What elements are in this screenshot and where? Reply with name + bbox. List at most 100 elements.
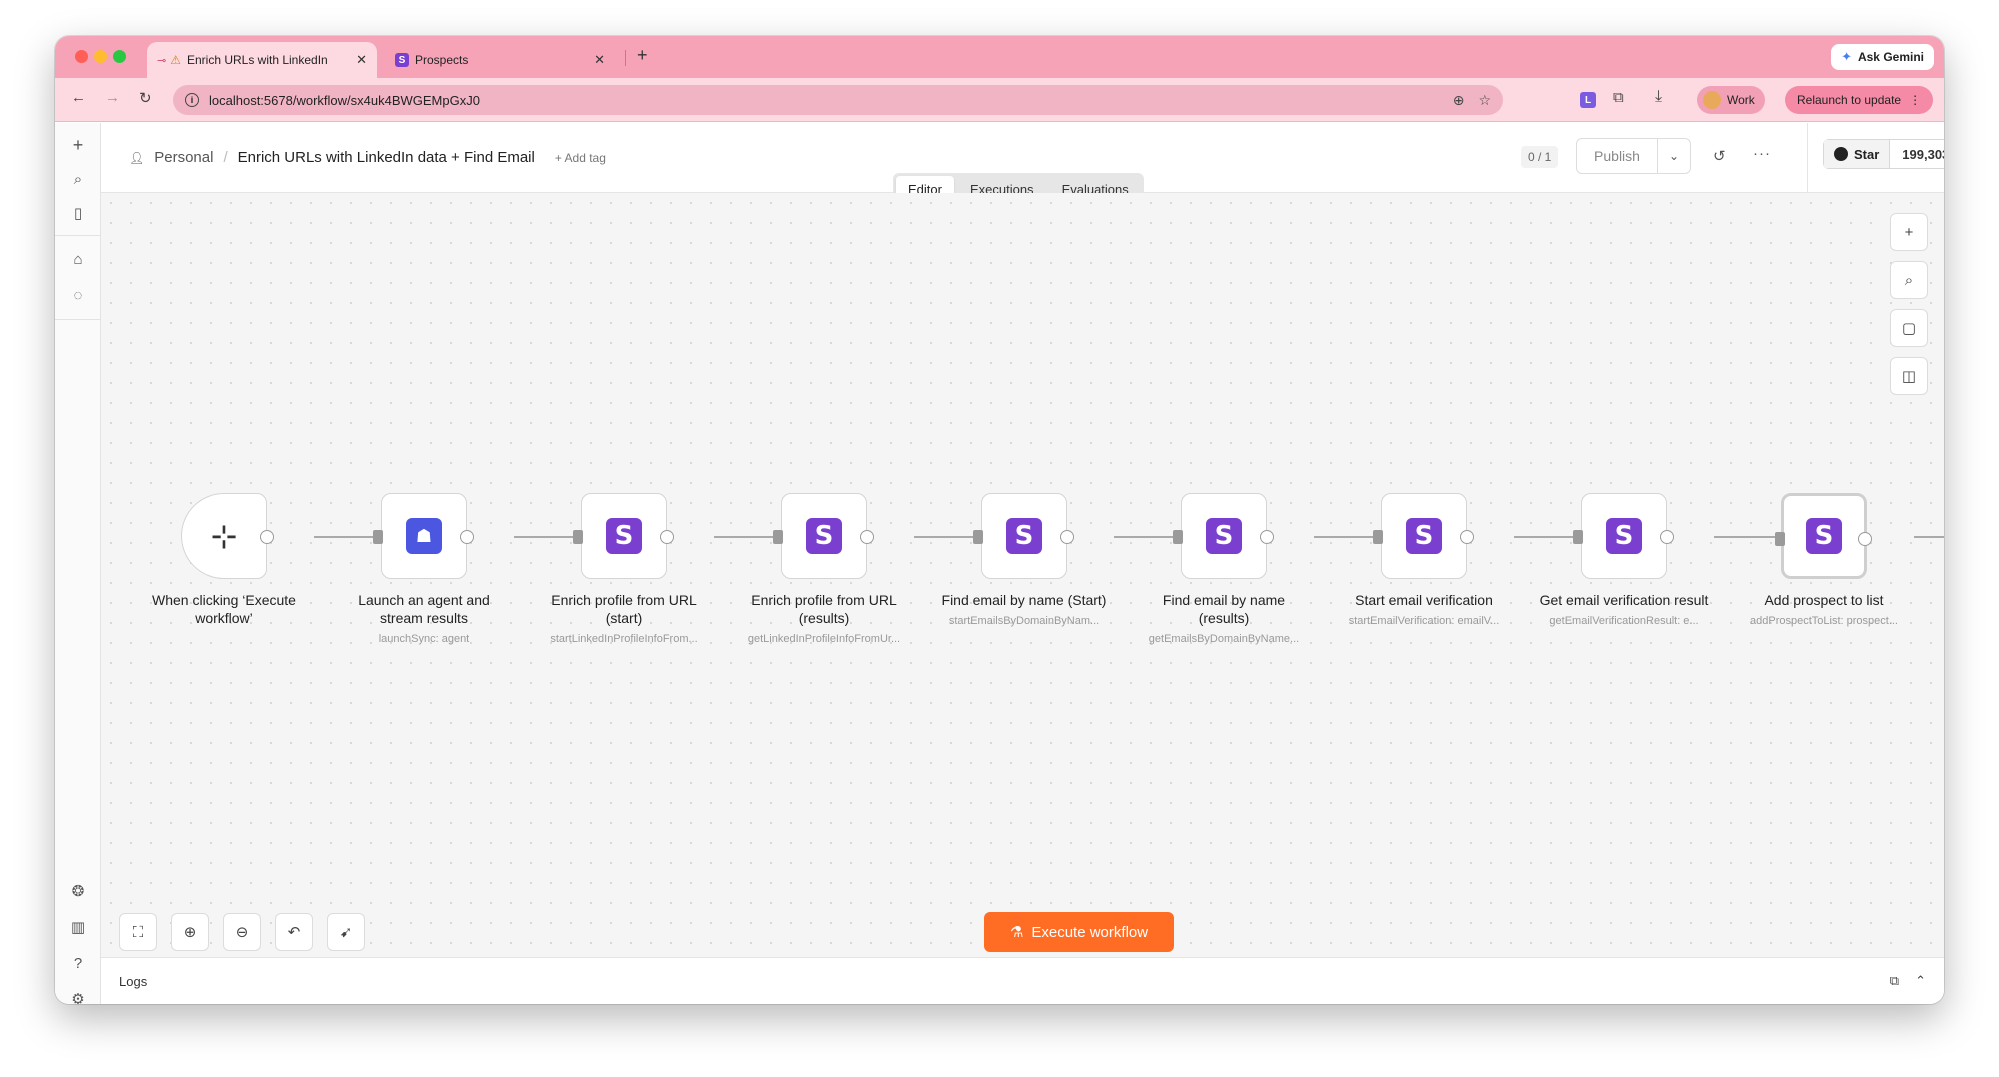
fit-view-icon[interactable]: ⛶ <box>119 913 157 951</box>
panel-toggle-icon[interactable]: ◫ <box>1890 357 1928 395</box>
node-launch-agent[interactable]: ☗ Launch an agent and stream results lau… <box>339 493 509 645</box>
node-box[interactable]: S <box>773 493 874 579</box>
zoom-out-icon[interactable]: ⊖ <box>223 913 261 951</box>
extensions-puzzle-icon[interactable]: ⧉ <box>1613 89 1624 106</box>
s-logo-icon: S <box>395 53 409 67</box>
search-nodes-icon[interactable]: ⌕ <box>1890 261 1928 299</box>
input-handle[interactable] <box>573 530 583 544</box>
profile-button[interactable]: Work <box>1697 86 1765 114</box>
forward-arrow-icon[interactable]: → <box>105 89 120 106</box>
node-box[interactable]: S <box>1373 493 1474 579</box>
gemini-sparkle-icon: ✦ <box>1841 49 1852 64</box>
sidebar-toggle-icon[interactable]: ▯ <box>66 201 90 225</box>
output-handle[interactable] <box>1858 532 1872 546</box>
node-label: Start email verification <box>1355 592 1493 608</box>
bookmark-star-icon[interactable]: ☆ <box>1478 92 1491 109</box>
search-icon[interactable]: ⌕ <box>66 167 90 191</box>
settings-gear-icon[interactable]: ⚙ <box>66 987 90 1004</box>
tab-prospects[interactable]: S Prospects ✕ <box>385 42 615 78</box>
node-subtitle: getLinkedInProfileInfoFromUr... <box>747 633 901 645</box>
more-options-icon[interactable]: ··· <box>1753 145 1771 162</box>
github-star-button[interactable]: Star 199,303 <box>1823 139 1944 169</box>
node-find-email-results[interactable]: S Find email by name (results) getEmails… <box>1139 493 1309 645</box>
publish-button[interactable]: Publish ⌄ <box>1576 138 1691 174</box>
node-label: Launch an agent and stream results <box>358 592 490 626</box>
url-input[interactable]: i localhost:5678/workflow/sx4uk4BWGEMpGx… <box>173 85 1503 115</box>
input-handle[interactable] <box>973 530 983 544</box>
node-box[interactable]: S <box>1573 493 1674 579</box>
workflow-canvas[interactable]: + ⌕ ▢ ◫ ⚡︎ + <box>101 193 1944 957</box>
output-handle[interactable] <box>860 530 874 544</box>
output-handle[interactable] <box>1060 530 1074 544</box>
header-divider <box>1807 123 1808 193</box>
node-add-prospect[interactable]: S Add prospect to list addProspectToList… <box>1739 493 1909 627</box>
popout-icon[interactable]: ⧉ <box>1890 973 1899 989</box>
input-handle[interactable] <box>1573 530 1583 544</box>
relaunch-label: Relaunch to update <box>1797 93 1902 107</box>
input-handle[interactable] <box>1775 532 1785 546</box>
sticky-note-icon[interactable]: ▢ <box>1890 309 1928 347</box>
extension-l-icon[interactable]: L <box>1580 92 1596 108</box>
output-handle[interactable] <box>460 530 474 544</box>
back-arrow-icon[interactable]: ← <box>71 89 86 106</box>
reload-icon[interactable]: ↻ <box>139 89 152 107</box>
close-icon[interactable]: ✕ <box>594 52 605 68</box>
s-logo-icon: S <box>1006 518 1042 554</box>
output-handle[interactable] <box>1660 530 1674 544</box>
output-handle[interactable] <box>1460 530 1474 544</box>
zoom-in-icon[interactable]: ⊕ <box>171 913 209 951</box>
execute-workflow-button[interactable]: ⚗ Execute workflow <box>984 912 1174 952</box>
node-enrich-results[interactable]: S Enrich profile from URL (results) getL… <box>739 493 909 645</box>
relaunch-button[interactable]: Relaunch to update ⋮ <box>1785 86 1934 114</box>
workflow-title[interactable]: Enrich URLs with LinkedIn data + Find Em… <box>238 149 535 166</box>
add-icon[interactable]: + <box>66 133 90 157</box>
connection-edge[interactable] <box>1914 536 1944 538</box>
download-icon[interactable]: ⤓ <box>1655 88 1662 106</box>
maximize-window-button[interactable] <box>113 50 126 63</box>
output-handle[interactable] <box>260 530 274 544</box>
node-enrich-start[interactable]: S Enrich profile from URL (start) startL… <box>539 493 709 645</box>
node-get-verification[interactable]: S Get email verification result getEmail… <box>1539 493 1709 627</box>
templates-icon[interactable]: ❂ <box>66 879 90 903</box>
node-find-email-start[interactable]: S Find email by name (Start) startEmails… <box>939 493 1109 627</box>
chat-icon[interactable]: ◌ <box>66 283 90 307</box>
node-box[interactable]: S <box>573 493 674 579</box>
output-handle[interactable] <box>1260 530 1274 544</box>
output-handle[interactable] <box>660 530 674 544</box>
minimize-window-button[interactable] <box>94 50 107 63</box>
node-box[interactable]: ⊹ <box>181 493 274 579</box>
flask-icon: ⚗ <box>1009 924 1024 941</box>
node-manual-trigger[interactable]: ⊹ When clicking ‘Execute workflow’ <box>139 493 309 627</box>
new-tab-button[interactable]: + <box>637 45 648 66</box>
input-handle[interactable] <box>1373 530 1383 544</box>
zoom-icon[interactable]: ⊕ <box>1453 92 1465 109</box>
github-star-left[interactable]: Star <box>1824 140 1891 168</box>
undo-icon[interactable]: ↶ <box>275 913 313 951</box>
node-box[interactable]: S <box>973 493 1074 579</box>
breadcrumb: 👤︎ Personal / Enrich URLs with LinkedIn … <box>129 149 606 166</box>
home-icon[interactable]: ⌂ <box>66 247 90 271</box>
add-node-button[interactable]: + <box>1890 213 1928 251</box>
node-box[interactable]: ☗ <box>373 493 474 579</box>
close-window-button[interactable] <box>75 50 88 63</box>
tidy-up-icon[interactable]: ➹ <box>327 913 365 951</box>
breadcrumb-personal[interactable]: Personal <box>154 149 213 166</box>
ask-gemini-button[interactable]: ✦ Ask Gemini <box>1831 44 1934 70</box>
node-start-verification[interactable]: S Start email verification startEmailVer… <box>1339 493 1509 627</box>
site-info-icon[interactable]: i <box>185 93 199 107</box>
history-icon[interactable]: ↺ <box>1713 147 1726 165</box>
logs-panel-bar[interactable]: Logs ⧉ ⌃ <box>101 957 1944 1004</box>
tab-enrich-urls[interactable]: ⊸ ⚠ Enrich URLs with LinkedIn ✕ <box>147 42 377 78</box>
close-icon[interactable]: ✕ <box>356 52 367 68</box>
input-handle[interactable] <box>373 530 383 544</box>
chevron-down-icon[interactable]: ⌄ <box>1658 149 1690 163</box>
publish-label[interactable]: Publish <box>1577 139 1658 173</box>
add-tag-button[interactable]: + Add tag <box>555 151 606 165</box>
input-handle[interactable] <box>1173 530 1183 544</box>
node-box[interactable]: S <box>1173 493 1274 579</box>
insights-chart-icon[interactable]: ▥ <box>66 915 90 939</box>
input-handle[interactable] <box>773 530 783 544</box>
chevron-up-icon[interactable]: ⌃ <box>1915 973 1926 989</box>
help-icon[interactable]: ? <box>66 951 90 975</box>
node-box[interactable]: S <box>1775 493 1872 579</box>
